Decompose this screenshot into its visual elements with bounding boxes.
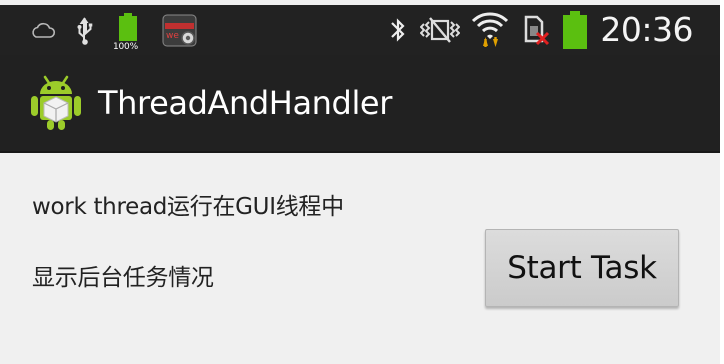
vibrate-off-icon: [420, 14, 461, 46]
action-bar: ThreadAndHandler: [0, 55, 720, 153]
no-sim-icon: [520, 13, 550, 47]
android-robot-icon[interactable]: [30, 73, 82, 131]
status-text: work thread运行在GUI线程中: [32, 194, 344, 220]
svg-text:we: we: [166, 31, 179, 41]
task-progress-text: 显示后台任务情况: [32, 265, 214, 291]
weather-app-icon: we: [162, 14, 198, 48]
start-task-button[interactable]: Start Task: [485, 229, 679, 307]
wifi-icon: [472, 12, 509, 48]
usb-icon: [76, 16, 94, 46]
cloud-icon: [30, 22, 56, 40]
battery-icon: 100%: [113, 13, 142, 52]
battery-full-icon: [562, 11, 588, 49]
bluetooth-icon: [388, 14, 408, 46]
main-content: work thread运行在GUI线程中 显示后台任务情况 Start Task: [0, 153, 720, 364]
status-notification-icons: 100% we: [30, 11, 198, 52]
battery-percent-label: 100%: [113, 42, 138, 52]
android-screen: 100% we 20:36 ThreadAndHandler work thre…: [0, 0, 720, 364]
status-system-icons: 20:36: [388, 5, 693, 55]
status-clock: 20:36: [600, 10, 693, 49]
status-bar: 100% we 20:36: [0, 5, 720, 55]
app-title: ThreadAndHandler: [98, 84, 392, 122]
